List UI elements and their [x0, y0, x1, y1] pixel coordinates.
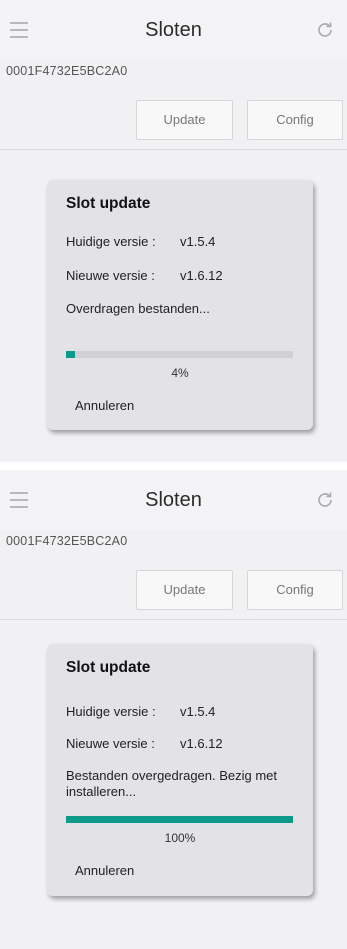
progress-bar-fill — [66, 351, 76, 358]
current-version-row: Huidige versie : v1.5.4 — [66, 234, 215, 249]
install-status-text: Bestanden overgedragen. Bezig met instal… — [66, 768, 278, 799]
progress-percent: 100% — [164, 831, 196, 845]
divider — [0, 149, 347, 150]
progress-bar — [66, 351, 293, 358]
update-button[interactable]: Update — [136, 570, 233, 610]
refresh-icon[interactable] — [315, 20, 335, 40]
top-app-bar: Sloten — [0, 0, 347, 60]
dialog-title: Slot update — [66, 195, 151, 212]
progress-bar — [66, 816, 293, 823]
dialog-title: Slot update — [66, 659, 151, 676]
app-screen-transferring: Sloten 0001F4732E5BC2A0 Update Config Sl… — [0, 0, 347, 462]
new-version-label: Nieuwe versie : — [66, 268, 155, 283]
current-version-label: Huidige versie : — [66, 234, 156, 249]
device-id-label: 0001F4732E5BC2A0 — [6, 534, 128, 548]
cancel-button[interactable]: Annuleren — [75, 398, 134, 413]
progress-percent: 4% — [171, 366, 189, 380]
current-version-value: v1.5.4 — [180, 234, 216, 249]
config-button[interactable]: Config — [247, 100, 343, 140]
current-version-value: v1.5.4 — [180, 704, 216, 719]
cancel-button[interactable]: Annuleren — [75, 863, 134, 878]
refresh-icon[interactable] — [315, 490, 335, 510]
slot-update-dialog: Slot update Huidige versie : v1.5.4 Nieu… — [47, 180, 313, 430]
divider — [0, 619, 347, 620]
top-app-bar: Sloten — [0, 470, 347, 530]
transfer-status-text: Overdragen bestanden... — [66, 301, 210, 316]
slot-update-dialog: Slot update Huidige versie : v1.5.4 Nieu… — [47, 644, 313, 896]
new-version-value: v1.6.12 — [180, 268, 223, 283]
page-title: Sloten — [145, 489, 202, 511]
current-version-label: Huidige versie : — [66, 704, 156, 719]
update-button[interactable]: Update — [136, 100, 233, 140]
page-title: Sloten — [145, 19, 202, 41]
new-version-value: v1.6.12 — [180, 736, 223, 751]
progress-bar-fill — [66, 816, 293, 823]
new-version-row: Nieuwe versie : v1.6.12 — [66, 736, 223, 751]
new-version-row: Nieuwe versie : v1.6.12 — [66, 268, 223, 283]
current-version-row: Huidige versie : v1.5.4 — [66, 704, 215, 719]
app-screen-installing: Sloten 0001F4732E5BC2A0 Update Config Sl… — [0, 470, 347, 949]
config-button[interactable]: Config — [247, 570, 343, 610]
device-id-label: 0001F4732E5BC2A0 — [6, 64, 128, 78]
new-version-label: Nieuwe versie : — [66, 736, 155, 751]
